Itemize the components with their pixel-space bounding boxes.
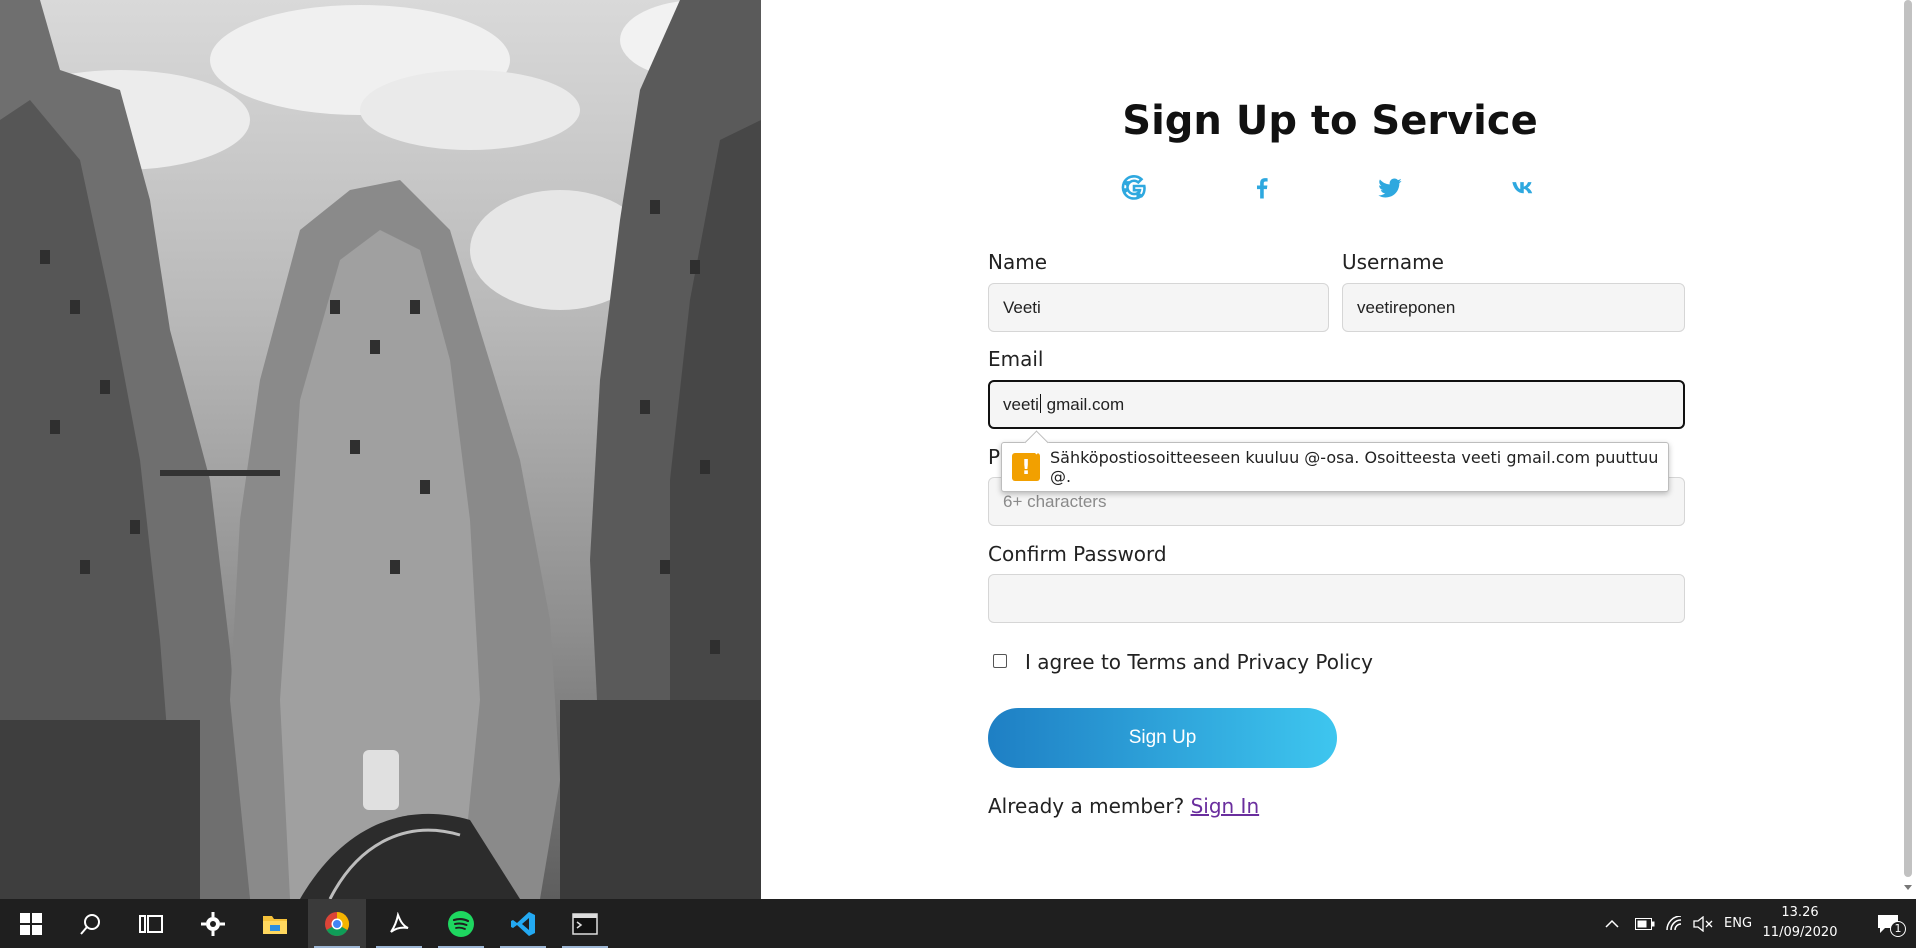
start-button[interactable] xyxy=(2,899,60,948)
facebook-signin-button[interactable] xyxy=(1248,174,1276,202)
search-icon xyxy=(80,913,100,935)
tooltip-arrow xyxy=(1024,430,1049,455)
sign-in-link[interactable]: Sign In xyxy=(1191,794,1260,818)
page-scrollbar[interactable] xyxy=(1900,0,1916,899)
notification-count-badge: 1 xyxy=(1890,921,1906,937)
vscode-icon xyxy=(511,911,535,936)
chevron-up-icon xyxy=(1605,919,1619,928)
clock-time: 13.26 xyxy=(1781,905,1819,920)
sign-up-button[interactable]: Sign Up xyxy=(988,708,1337,768)
warning-icon: ! xyxy=(1012,453,1040,481)
clock-date: 11/09/2020 xyxy=(1762,925,1838,940)
email-validation-tooltip: ! Sähköpostiosoitteeseen kuuluu @-osa. O… xyxy=(1001,430,1669,492)
username-input[interactable]: veetireponen xyxy=(1342,283,1685,332)
google-icon xyxy=(1121,175,1146,200)
google-signin-button[interactable] xyxy=(1120,174,1148,202)
terminal-icon xyxy=(572,912,598,935)
name-input[interactable]: Veeti xyxy=(988,283,1329,332)
vk-signin-button[interactable] xyxy=(1510,174,1538,202)
password-label: P xyxy=(988,445,1001,469)
username-label: Username xyxy=(1342,250,1444,274)
volume-muted-icon xyxy=(1693,915,1713,932)
confirm-password-input[interactable] xyxy=(988,574,1685,623)
acrobat-icon xyxy=(390,911,409,933)
file-explorer-icon xyxy=(263,915,287,934)
email-label: Email xyxy=(988,347,1044,371)
chrome-app[interactable] xyxy=(308,899,366,948)
battery-icon xyxy=(1635,917,1655,930)
username-input-value: veetireponen xyxy=(1357,298,1456,317)
settings-app[interactable] xyxy=(184,899,242,948)
email-input-value-start: veeti xyxy=(1003,395,1039,414)
file-explorer-app[interactable] xyxy=(246,899,304,948)
already-member-text: Already a member? Sign In xyxy=(988,794,1259,818)
system-clock[interactable]: 13.26 11/09/2020 xyxy=(1760,903,1840,943)
show-hidden-icons-button[interactable] xyxy=(1600,899,1624,948)
task-view-button[interactable] xyxy=(122,899,180,948)
sign-up-button-label: Sign Up xyxy=(1128,727,1197,748)
windows-start-icon xyxy=(20,912,42,935)
network-status[interactable] xyxy=(1662,899,1688,948)
text-caret xyxy=(1039,394,1041,413)
confirm-password-label: Confirm Password xyxy=(988,542,1167,566)
vk-icon xyxy=(1512,182,1533,194)
spotify-app[interactable] xyxy=(432,899,490,948)
scroll-down-arrow[interactable] xyxy=(1904,885,1912,890)
twitter-signin-button[interactable] xyxy=(1376,174,1404,202)
page-title: Sign Up to Service xyxy=(1122,98,1538,144)
agree-label[interactable]: I agree to Terms and Privacy Policy xyxy=(1025,650,1373,674)
chrome-icon xyxy=(325,911,350,936)
search-button[interactable] xyxy=(62,899,120,948)
windows-taskbar: ENG 13.26 11/09/2020 1 xyxy=(0,899,1916,948)
acrobat-app[interactable] xyxy=(370,899,428,948)
agree-checkbox[interactable] xyxy=(993,654,1007,668)
input-language-indicator[interactable]: ENG xyxy=(1724,916,1752,931)
email-input-value-end: gmail.com xyxy=(1041,395,1125,414)
battery-status[interactable] xyxy=(1632,899,1658,948)
validation-message: Sähköpostiosoitteeseen kuuluu @-osa. Oso… xyxy=(1050,448,1659,486)
task-view-icon xyxy=(139,914,163,933)
settings-icon xyxy=(201,911,225,936)
volume-control[interactable] xyxy=(1690,899,1716,948)
action-center-button[interactable]: 1 xyxy=(1868,899,1908,948)
hero-illustration xyxy=(0,0,761,899)
facebook-icon xyxy=(1256,178,1268,199)
name-label: Name xyxy=(988,250,1048,274)
password-placeholder: 6+ characters xyxy=(1003,492,1107,511)
wifi-icon xyxy=(1666,915,1682,930)
name-input-value: Veeti xyxy=(1003,298,1041,317)
spotify-icon xyxy=(448,910,474,937)
member-prompt: Already a member? xyxy=(988,794,1185,818)
terminal-app[interactable] xyxy=(556,899,614,948)
email-input[interactable]: veeti gmail.com xyxy=(988,380,1685,429)
vscode-app[interactable] xyxy=(494,899,552,948)
twitter-icon xyxy=(1378,178,1402,198)
scrollbar-thumb[interactable] xyxy=(1904,0,1912,877)
